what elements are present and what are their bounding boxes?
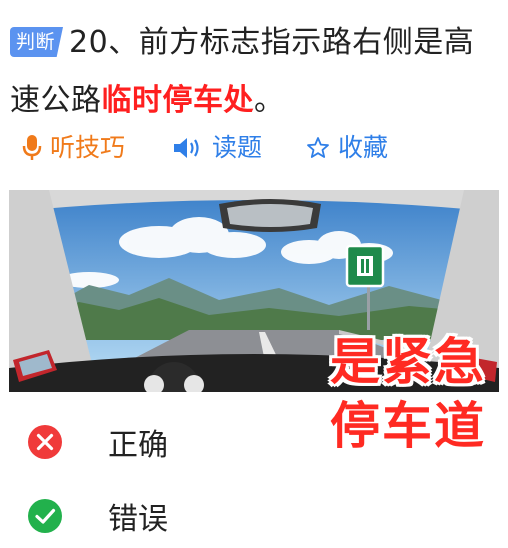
microphone-icon	[22, 135, 42, 160]
listen-tips-button[interactable]: 听技巧	[22, 128, 125, 168]
answer-stamp-line2: 停车道	[330, 397, 486, 455]
star-icon	[307, 137, 329, 158]
read-question-button[interactable]: 读题	[172, 128, 262, 168]
answer-stamp-line1: 是紧急	[330, 333, 486, 391]
option-wrong-label: 错误	[108, 502, 168, 537]
question-line-1: 判断 20、前方标志指示路右侧是高	[10, 14, 508, 72]
question-ending: 。	[254, 83, 285, 118]
option-wrong[interactable]: 错误	[26, 494, 326, 538]
check-circle-icon	[28, 499, 62, 533]
question-toolbar: 听技巧 读题 收藏	[22, 128, 502, 168]
read-question-label: 读题	[212, 133, 263, 162]
favorite-button[interactable]: 收藏	[306, 128, 388, 168]
question-number: 20、	[69, 25, 139, 60]
favorite-label: 收藏	[338, 133, 389, 162]
speaker-icon	[174, 138, 199, 158]
question-line-2: 速公路临时停车处。	[10, 72, 508, 130]
listen-tips-label: 听技巧	[50, 133, 126, 162]
question-text-line2: 速公路	[10, 83, 102, 118]
option-correct-label: 正确	[108, 428, 168, 463]
question-highlight: 临时停车处	[101, 83, 254, 118]
answer-stamp: 是紧急 停车道	[320, 330, 496, 458]
question-text-line1: 前方标志指示路右侧是高	[138, 25, 475, 60]
option-correct[interactable]: 正确	[26, 420, 326, 464]
question-text: 判断 20、前方标志指示路右侧是高 速公路临时停车处。	[10, 14, 508, 130]
x-circle-icon	[28, 425, 62, 459]
question-type-badge: 判断	[10, 27, 64, 57]
